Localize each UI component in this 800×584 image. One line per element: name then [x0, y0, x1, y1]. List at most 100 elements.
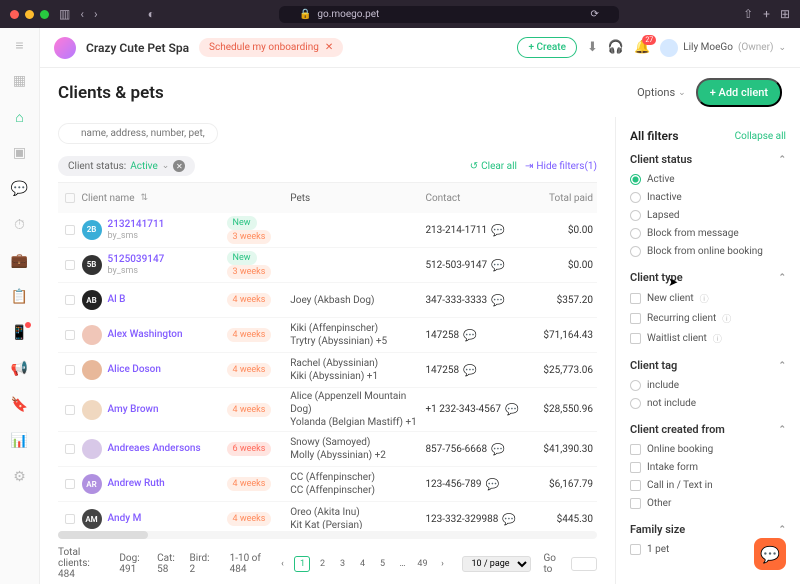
search-input[interactable]: [58, 123, 218, 144]
filter-option[interactable]: Other: [630, 498, 786, 509]
filter-option[interactable]: Block from message: [630, 228, 786, 239]
horizontal-scrollbar[interactable]: [58, 531, 597, 539]
row-checkbox[interactable]: [65, 479, 75, 489]
refresh-icon[interactable]: ⟳: [591, 9, 599, 20]
client-name[interactable]: Andrew Ruth: [108, 478, 165, 490]
download-icon[interactable]: ⬇: [587, 40, 598, 55]
table-row[interactable]: AR Andrew Ruth 4 weeks CC (Affenpinscher…: [58, 467, 597, 502]
filter-option[interactable]: Inactive: [630, 192, 786, 203]
megaphone-icon[interactable]: 📢: [11, 360, 29, 378]
filter-option[interactable]: Online booking: [630, 444, 786, 455]
maximize-window[interactable]: [40, 10, 49, 19]
page-49[interactable]: 49: [414, 556, 430, 572]
filter-section-header[interactable]: Client tag⌃: [630, 359, 786, 372]
message-icon[interactable]: 💬: [491, 294, 505, 307]
message-icon[interactable]: 💬: [505, 403, 519, 416]
filter-option[interactable]: Active: [630, 174, 786, 185]
filter-option[interactable]: Block from online booking: [630, 246, 786, 257]
filter-option[interactable]: Intake form: [630, 462, 786, 473]
checkbox[interactable]: [630, 544, 641, 555]
clipboard-icon[interactable]: 📋: [11, 288, 29, 306]
filter-option[interactable]: New client ⓘ: [630, 292, 786, 305]
checkbox[interactable]: [630, 313, 641, 324]
share-icon[interactable]: ⇧: [743, 7, 753, 21]
per-page-select[interactable]: 10 / page: [462, 556, 531, 572]
checkbox[interactable]: [630, 480, 641, 491]
calendar-icon[interactable]: ▦: [11, 72, 29, 90]
create-button[interactable]: + Create: [517, 37, 576, 58]
page-2[interactable]: 2: [314, 556, 330, 572]
shield-icon[interactable]: ◐: [148, 7, 155, 21]
bell-icon[interactable]: 🔔27: [634, 40, 650, 55]
row-checkbox[interactable]: [65, 365, 75, 375]
filter-option[interactable]: include: [630, 380, 786, 391]
bookmark-icon[interactable]: 🔖: [11, 396, 29, 414]
settings-icon[interactable]: ⚙: [11, 468, 29, 486]
row-checkbox[interactable]: [65, 514, 75, 524]
table-row[interactable]: Alice Doson 4 weeks Rachel (Abyssinian)K…: [58, 353, 597, 388]
table-row[interactable]: Alex Washington 4 weeks Kiki (Affenpinsc…: [58, 318, 597, 353]
page-prev[interactable]: ‹: [274, 556, 290, 572]
checkbox[interactable]: [630, 498, 641, 509]
hide-filters-link[interactable]: ⇥ Hide filters(1): [525, 161, 597, 172]
filter-section-header[interactable]: Client created from⌃: [630, 423, 786, 436]
table-row[interactable]: Andreaes Andersons 6 weeks Snowy (Samoye…: [58, 432, 597, 467]
chat-icon[interactable]: 💬: [11, 180, 29, 198]
checkbox[interactable]: [630, 333, 641, 344]
new-tab-icon[interactable]: +: [763, 7, 770, 21]
filter-option[interactable]: not include: [630, 398, 786, 409]
client-name[interactable]: Andreaes Andersons: [108, 443, 201, 455]
page-1[interactable]: 1: [294, 556, 310, 572]
filter-option[interactable]: Lapsed: [630, 210, 786, 221]
row-checkbox[interactable]: [65, 260, 75, 270]
message-icon[interactable]: 💬: [491, 259, 505, 272]
schedule-onboarding-chip[interactable]: Schedule my onboarding ✕: [199, 38, 343, 57]
page-ellipsis[interactable]: …: [394, 556, 410, 572]
user-menu[interactable]: Lily MoeGo (Owner) ⌄: [660, 39, 786, 57]
table-row[interactable]: AB Al B 4 weeks Joey (Akbash Dog) 347-33…: [58, 283, 597, 318]
menu-icon[interactable]: ≡: [11, 36, 29, 54]
chart-icon[interactable]: 📊: [11, 432, 29, 450]
message-icon[interactable]: 💬: [491, 224, 505, 237]
clear-all-link[interactable]: ↺ Clear all: [470, 161, 517, 172]
briefcase-icon[interactable]: 💼: [11, 252, 29, 270]
client-name[interactable]: Amy Brown: [108, 404, 159, 416]
page-next[interactable]: ›: [434, 556, 450, 572]
checkbox[interactable]: [630, 293, 641, 304]
filter-chip-client-status[interactable]: Client status: Active ⌄ ✕: [58, 156, 195, 176]
table-row[interactable]: Amy Brown 4 weeks Alice (Appenzell Mount…: [58, 388, 597, 432]
filter-option[interactable]: Waitlist client ⓘ: [630, 332, 786, 345]
filter-option[interactable]: Recurring client ⓘ: [630, 312, 786, 325]
clock-icon[interactable]: ⏱: [11, 216, 29, 234]
close-icon[interactable]: ✕: [173, 160, 185, 172]
filter-section-header[interactable]: Client type⌃: [630, 271, 786, 284]
headset-icon[interactable]: 🎧: [608, 40, 624, 55]
client-name[interactable]: 2132141711: [108, 219, 165, 231]
select-all-checkbox[interactable]: [65, 193, 75, 203]
page-3[interactable]: 3: [334, 556, 350, 572]
client-name[interactable]: 5125039147: [108, 254, 165, 266]
table-row[interactable]: 2B 2132141711by_sms New 3 weeks 213-214-…: [58, 213, 597, 248]
phone-icon[interactable]: 📱: [11, 324, 29, 342]
minimize-window[interactable]: [25, 10, 34, 19]
close-icon[interactable]: ✕: [325, 42, 333, 53]
checkbox[interactable]: [630, 444, 641, 455]
radio[interactable]: [630, 192, 641, 203]
sidebar-toggle-icon[interactable]: ▥: [59, 7, 70, 21]
close-window[interactable]: [10, 10, 19, 19]
filter-option[interactable]: Call in / Text in: [630, 480, 786, 491]
client-name[interactable]: Alice Doson: [108, 364, 161, 376]
row-checkbox[interactable]: [65, 405, 75, 415]
options-button[interactable]: Options⌄: [637, 86, 686, 99]
home-icon[interactable]: ⌂: [11, 108, 29, 126]
back-icon[interactable]: ‹: [80, 7, 84, 21]
radio[interactable]: [630, 174, 641, 185]
info-icon[interactable]: ⓘ: [713, 332, 722, 345]
add-client-button[interactable]: + Add client: [696, 78, 782, 107]
message-icon[interactable]: 💬: [491, 443, 505, 456]
message-icon[interactable]: 💬: [486, 478, 500, 491]
client-name[interactable]: Alex Washington: [108, 329, 183, 341]
page-4[interactable]: 4: [354, 556, 370, 572]
tabs-icon[interactable]: ⊞: [780, 7, 790, 21]
row-checkbox[interactable]: [65, 444, 75, 454]
